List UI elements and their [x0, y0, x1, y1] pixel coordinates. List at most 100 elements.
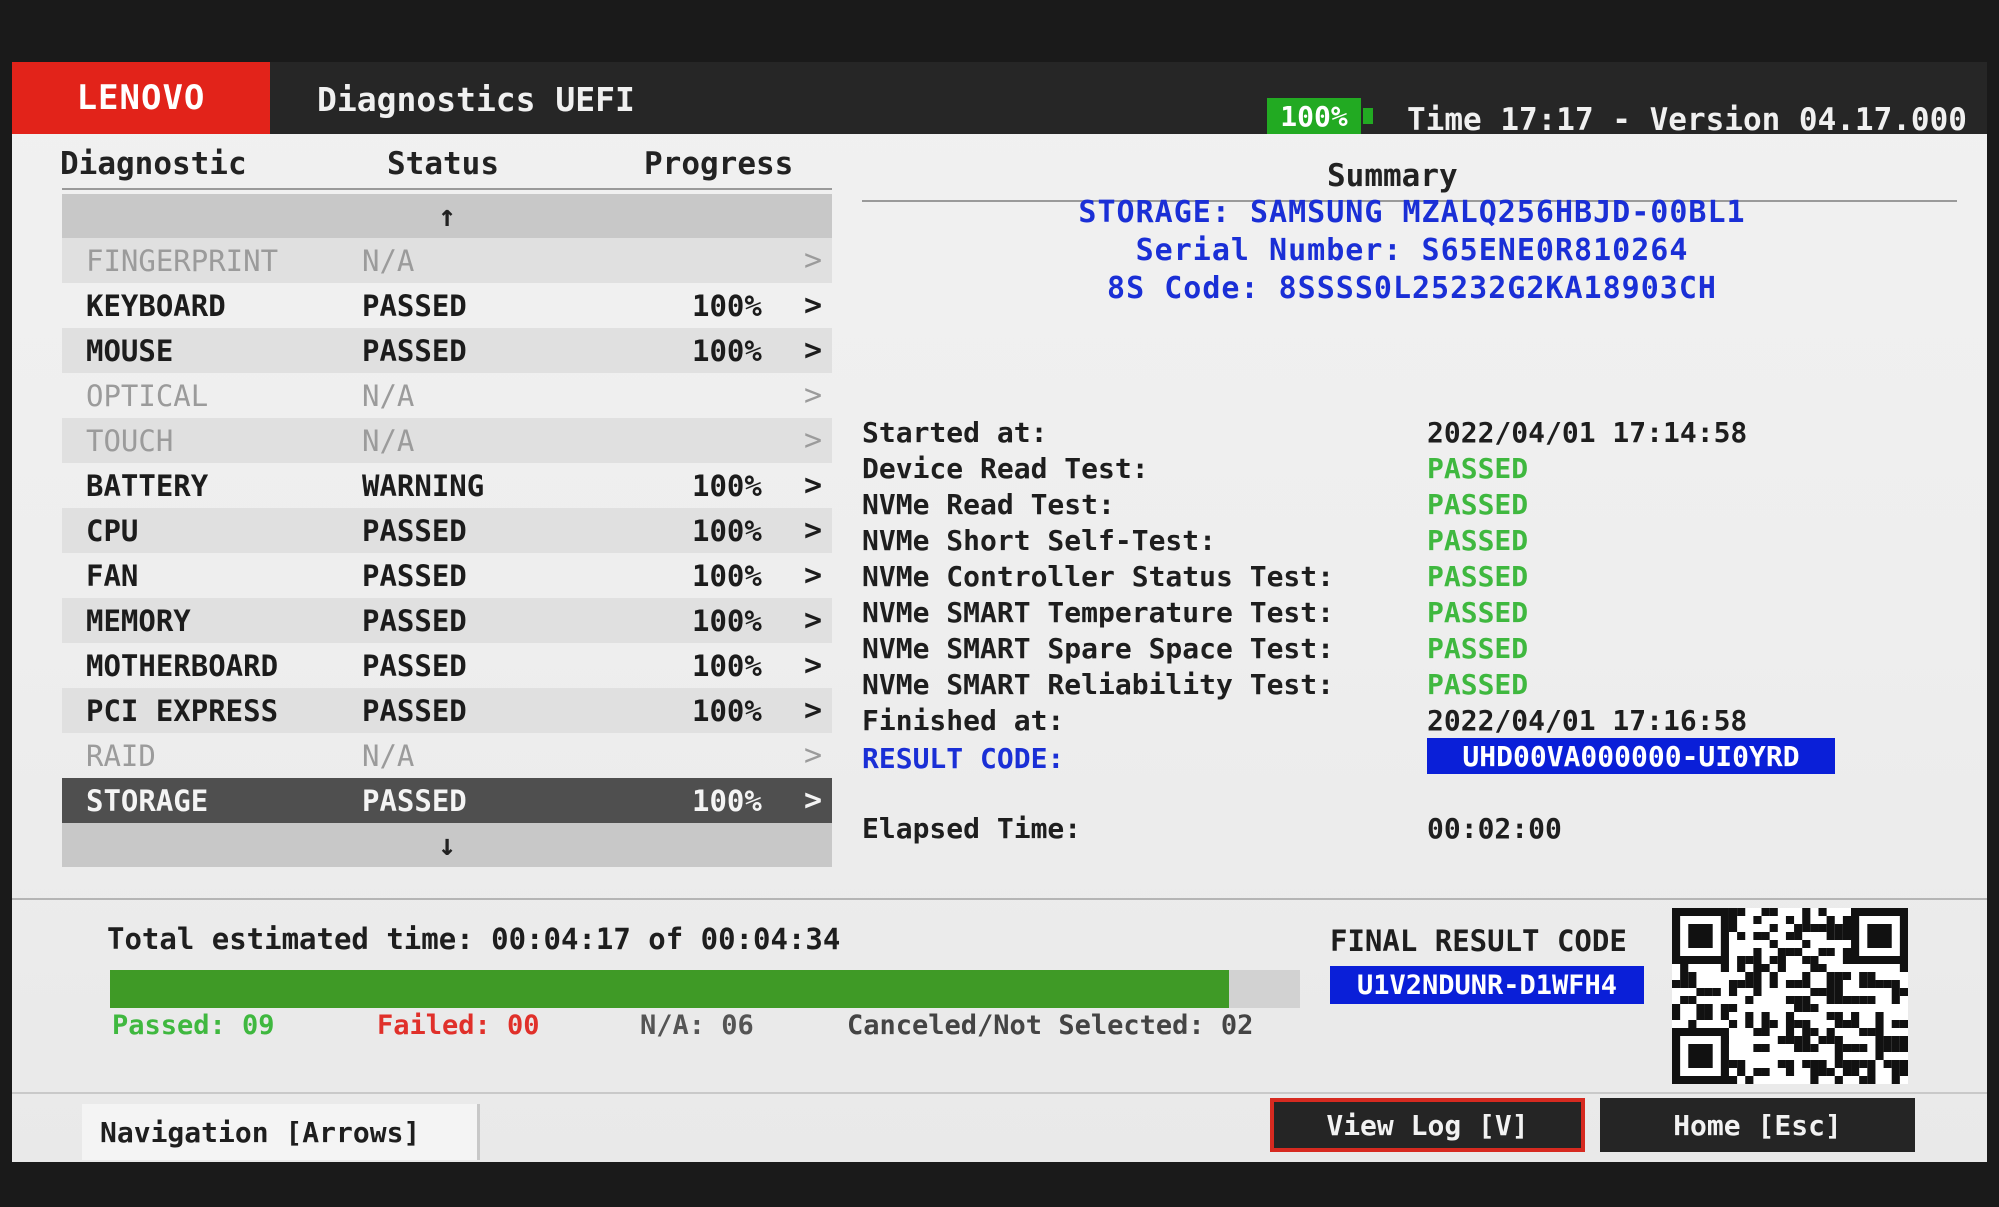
- canceled-count: Canceled/Not Selected: 02: [847, 1010, 1254, 1041]
- finished-row: Finished at: 2022/04/01 17:16:58: [862, 704, 1962, 740]
- chevron-right-icon: >: [804, 333, 823, 368]
- navigation-hint: Navigation [Arrows]: [82, 1104, 480, 1160]
- diagnostic-row-pci-express[interactable]: PCI EXPRESS PASSED 100% >: [62, 688, 832, 733]
- column-header-progress: Progress: [644, 146, 794, 182]
- diagnostic-row-battery[interactable]: BATTERY WARNING 100% >: [62, 463, 832, 508]
- final-result-code: U1V2NDUNR-D1WFH4: [1330, 966, 1644, 1004]
- overall-progress-bar: [110, 970, 1300, 1008]
- diagnostic-status: PASSED: [362, 603, 467, 638]
- test-result: PASSED: [1427, 452, 1529, 485]
- final-result-label: FINAL RESULT CODE: [1330, 924, 1627, 958]
- started-label: Started at:: [862, 416, 1048, 449]
- app-title: Diagnostics UEFI: [317, 80, 635, 119]
- diagnostic-name: FAN: [86, 558, 139, 593]
- diagnostic-status: PASSED: [362, 648, 467, 683]
- chevron-right-icon: >: [804, 558, 823, 593]
- home-button[interactable]: Home [Esc]: [1600, 1098, 1915, 1152]
- diagnostic-row-fan[interactable]: FAN PASSED 100% >: [62, 553, 832, 598]
- diagnostic-name: MEMORY: [86, 603, 191, 638]
- chevron-right-icon: >: [804, 648, 823, 683]
- diagnostic-status: PASSED: [362, 288, 467, 323]
- arrow-up-icon: ↑: [437, 198, 457, 234]
- battery-indicator: 100%: [1267, 98, 1361, 134]
- diagnostic-status: N/A: [362, 423, 415, 458]
- diagnostic-progress: 100%: [692, 603, 762, 638]
- chevron-right-icon: >: [804, 783, 823, 818]
- diagnostic-name: STORAGE: [86, 783, 209, 818]
- diagnostic-row-motherboard[interactable]: MOTHERBOARD PASSED 100% >: [62, 643, 832, 688]
- status-divider: [12, 898, 1987, 900]
- chevron-right-icon: >: [804, 243, 823, 278]
- summary-panel: STORAGE: SAMSUNG MZALQ256HBJD-00BL1 Seri…: [862, 194, 1962, 845]
- na-count: N/A: 06: [640, 1010, 754, 1041]
- started-row: Started at: 2022/04/01 17:14:58: [862, 416, 1962, 452]
- elapsed-value: 00:02:00: [1427, 812, 1562, 845]
- serial-number: Serial Number: S65ENE0R810264: [1135, 233, 1689, 268]
- finished-label: Finished at:: [862, 704, 1065, 737]
- lenovo-logo: LENOVO: [12, 62, 270, 134]
- diagnostic-row-mouse[interactable]: MOUSE PASSED 100% >: [62, 328, 832, 373]
- chevron-right-icon: >: [804, 513, 823, 548]
- test-label: NVMe SMART Spare Space Test:: [862, 632, 1335, 665]
- diagnostic-name: OPTICAL: [86, 378, 209, 413]
- diagnostic-row-cpu[interactable]: CPU PASSED 100% >: [62, 508, 832, 553]
- time-version: Time 17:17 - Version 04.17.000: [1407, 102, 1967, 138]
- diagnostic-row-fingerprint[interactable]: FINGERPRINT N/A >: [62, 238, 832, 283]
- diagnostic-list: ↑ FINGERPRINT N/A > KEYBOARD PASSED 100% > MOUS…: [62, 194, 832, 867]
- passed-count: Passed: 09: [112, 1010, 275, 1041]
- diagnostic-name: CPU: [86, 513, 139, 548]
- test-label: NVMe Short Self-Test:: [862, 524, 1217, 557]
- diagnostic-status: PASSED: [362, 513, 467, 548]
- diagnostic-name: MOTHERBOARD: [86, 648, 279, 683]
- test-label: NVMe Controller Status Test:: [862, 560, 1335, 593]
- diagnostic-progress: 100%: [692, 468, 762, 503]
- diagnostic-progress: 100%: [692, 693, 762, 728]
- test-row: NVMe Short Self-Test: PASSED: [862, 524, 1962, 560]
- summary-details: Started at: 2022/04/01 17:14:58 Device R…: [862, 416, 1962, 848]
- chevron-right-icon: >: [804, 378, 823, 413]
- scroll-up-button[interactable]: ↑: [62, 194, 832, 238]
- diagnostic-row-memory[interactable]: MEMORY PASSED 100% >: [62, 598, 832, 643]
- result-code-row: RESULT CODE: UHD00VA000000-UI0YRD: [862, 738, 1962, 778]
- diagnostic-progress: 100%: [692, 558, 762, 593]
- battery-icon: [1363, 108, 1373, 124]
- overall-progress-fill: [110, 970, 1229, 1008]
- header-bar: LENOVO Diagnostics UEFI 100% Time 17:17 …: [12, 62, 1987, 138]
- chevron-right-icon: >: [804, 468, 823, 503]
- test-row: Device Read Test: PASSED: [862, 452, 1962, 488]
- diagnostic-name: RAID: [86, 738, 156, 773]
- diagnostic-row-keyboard[interactable]: KEYBOARD PASSED 100% >: [62, 283, 832, 328]
- finished-value: 2022/04/01 17:16:58: [1427, 704, 1748, 737]
- diagnostic-row-raid[interactable]: RAID N/A >: [62, 733, 832, 778]
- test-label: NVMe SMART Reliability Test:: [862, 668, 1335, 701]
- diagnostic-status: PASSED: [362, 333, 467, 368]
- test-result: PASSED: [1427, 596, 1529, 629]
- started-value: 2022/04/01 17:14:58: [1427, 416, 1748, 449]
- diagnostic-row-storage[interactable]: STORAGE PASSED 100% >: [62, 778, 832, 823]
- footer-bar: Navigation [Arrows] View Log [V] Home [E…: [12, 1092, 1987, 1162]
- column-header-status: Status: [387, 146, 499, 182]
- total-estimated-time: Total estimated time: 00:04:17 of 00:04:…: [107, 922, 841, 956]
- failed-count: Failed: 00: [377, 1010, 540, 1041]
- test-result: PASSED: [1427, 632, 1529, 665]
- diagnostic-progress: 100%: [692, 513, 762, 548]
- diagnostic-row-touch[interactable]: TOUCH N/A >: [62, 418, 832, 463]
- view-log-button[interactable]: View Log [V]: [1270, 1098, 1585, 1152]
- chevron-right-icon: >: [804, 423, 823, 458]
- result-code-value: UHD00VA000000-UI0YRD: [1427, 738, 1835, 774]
- qr-code-icon: [1672, 908, 1908, 1084]
- header-divider: [62, 188, 832, 190]
- result-code-label: RESULT CODE:: [862, 742, 1065, 775]
- test-row: NVMe Controller Status Test: PASSED: [862, 560, 1962, 596]
- diagnostic-status: N/A: [362, 243, 415, 278]
- test-result: PASSED: [1427, 524, 1529, 557]
- diagnostic-status: PASSED: [362, 693, 467, 728]
- elapsed-row: Elapsed Time: 00:02:00: [862, 812, 1962, 848]
- storage-device: STORAGE: SAMSUNG MZALQ256HBJD-00BL1: [1078, 195, 1746, 230]
- diagnostic-progress: 100%: [692, 783, 762, 818]
- diagnostic-status: PASSED: [362, 783, 467, 818]
- diagnostic-row-optical[interactable]: OPTICAL N/A >: [62, 373, 832, 418]
- scroll-down-button[interactable]: ↓: [62, 823, 832, 867]
- test-row: NVMe SMART Reliability Test: PASSED: [862, 668, 1962, 704]
- diagnostic-progress: 100%: [692, 333, 762, 368]
